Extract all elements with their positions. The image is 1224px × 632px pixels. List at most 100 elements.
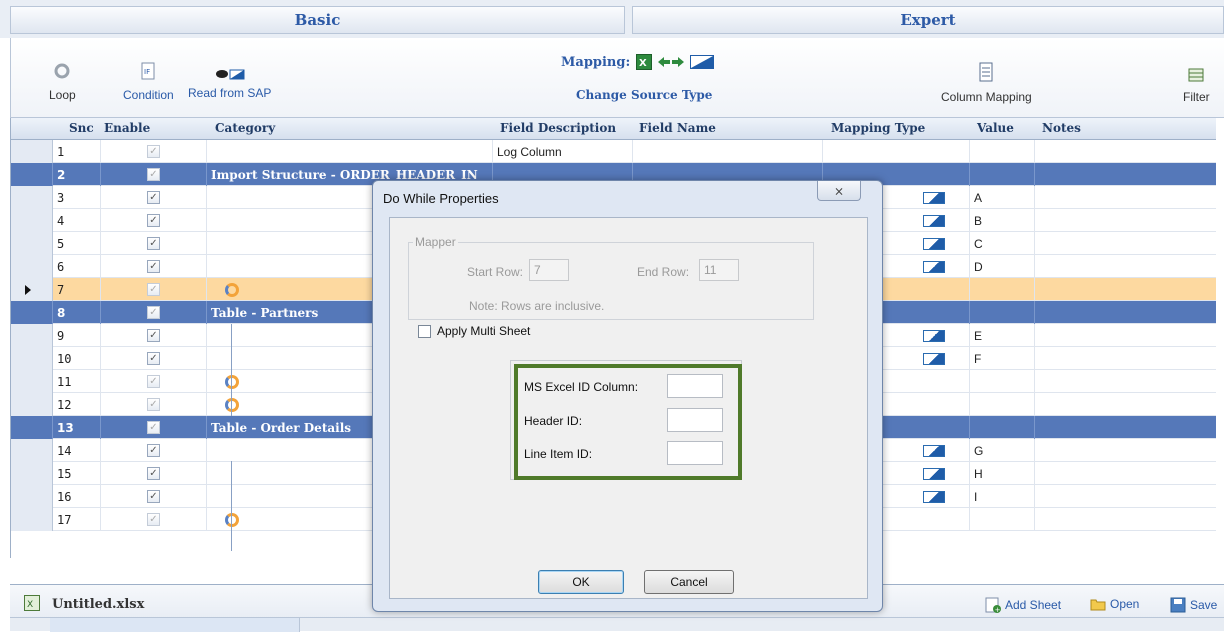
row-header[interactable] (11, 485, 53, 508)
row-header[interactable] (11, 416, 53, 439)
value-cell[interactable]: C (970, 232, 1035, 255)
enable-checkbox[interactable]: ✓ (147, 352, 160, 365)
row-header[interactable] (11, 278, 53, 301)
mapping-type-cell[interactable] (823, 140, 970, 163)
apply-multi-sheet-box[interactable] (418, 324, 431, 338)
loop-button[interactable]: Loop (49, 60, 76, 102)
cancel-button[interactable]: Cancel (644, 570, 734, 594)
notes-cell[interactable] (1035, 485, 1216, 508)
field-name-cell[interactable] (633, 140, 823, 163)
row-header[interactable] (11, 462, 53, 485)
value-cell[interactable] (970, 370, 1035, 393)
row-header[interactable] (11, 255, 53, 278)
enable-checkbox[interactable]: ✓ (147, 490, 160, 503)
enable-checkbox[interactable]: ✓ (147, 513, 160, 526)
ms-excel-id-column-input[interactable] (667, 374, 723, 398)
notes-cell[interactable] (1035, 232, 1216, 255)
row-header[interactable] (11, 186, 53, 209)
start-row-input[interactable]: 7 (529, 259, 569, 281)
field-description-cell[interactable]: Log Column (493, 140, 633, 163)
row-header[interactable] (11, 301, 53, 324)
col-header-value[interactable]: Value (977, 121, 1014, 135)
notes-cell[interactable] (1035, 462, 1216, 485)
enable-checkbox[interactable]: ✓ (147, 467, 160, 480)
col-header-field-name[interactable]: Field Name (639, 121, 716, 135)
notes-cell[interactable] (1035, 347, 1216, 370)
change-source-type-button[interactable]: Change Source Type (576, 88, 712, 102)
notes-cell[interactable] (1035, 439, 1216, 462)
notes-cell[interactable] (1035, 324, 1216, 347)
enable-checkbox[interactable]: ✓ (147, 191, 160, 204)
value-cell[interactable] (970, 393, 1035, 416)
row-header[interactable] (11, 140, 53, 163)
value-cell[interactable] (970, 301, 1035, 324)
col-header-enable[interactable]: Enable (104, 121, 150, 135)
ok-button[interactable]: OK (538, 570, 624, 594)
enable-checkbox[interactable]: ✓ (147, 329, 160, 342)
enable-checkbox[interactable]: ✓ (147, 260, 160, 273)
table-row[interactable]: 1 ✓ Log Column (11, 140, 1216, 163)
column-mapping-button[interactable]: Column Mapping (941, 62, 1032, 104)
line-item-id-input[interactable] (667, 441, 723, 465)
row-header[interactable] (11, 439, 53, 462)
condition-button[interactable]: IF Condition (123, 60, 174, 102)
header-id-input[interactable] (667, 408, 723, 432)
value-cell[interactable]: I (970, 485, 1035, 508)
category-cell[interactable] (207, 140, 493, 163)
notes-cell[interactable] (1035, 508, 1216, 531)
notes-cell[interactable] (1035, 370, 1216, 393)
value-cell[interactable] (970, 163, 1035, 186)
value-cell[interactable]: G (970, 439, 1035, 462)
close-button[interactable]: ⨯ (817, 181, 861, 201)
col-header-field-description[interactable]: Field Description (500, 121, 616, 135)
enable-checkbox[interactable]: ✓ (147, 237, 160, 250)
filter-button[interactable]: Filter (1183, 62, 1210, 104)
read-from-sap-button[interactable]: Read from SAP (188, 66, 271, 100)
row-header[interactable] (11, 163, 53, 186)
value-cell[interactable]: B (970, 209, 1035, 232)
open-button[interactable]: Open (1090, 597, 1139, 611)
tab-expert[interactable]: Expert (632, 6, 1224, 34)
enable-checkbox[interactable]: ✓ (147, 444, 160, 457)
add-sheet-button[interactable]: + Add Sheet (985, 597, 1061, 613)
col-header-category[interactable]: Category (215, 121, 275, 135)
notes-cell[interactable] (1035, 140, 1216, 163)
tab-basic[interactable]: Basic (10, 6, 625, 34)
row-header[interactable] (11, 370, 53, 393)
row-header[interactable] (11, 232, 53, 255)
col-header-sno[interactable]: Snc (69, 121, 94, 135)
row-header[interactable] (11, 393, 53, 416)
value-cell[interactable] (970, 416, 1035, 439)
end-row-input[interactable]: 11 (699, 259, 739, 281)
row-header[interactable] (11, 324, 53, 347)
col-header-mapping-type[interactable]: Mapping Type (831, 121, 925, 135)
notes-cell[interactable] (1035, 255, 1216, 278)
notes-cell[interactable] (1035, 301, 1216, 324)
row-header[interactable] (11, 347, 53, 370)
value-cell[interactable]: H (970, 462, 1035, 485)
notes-cell[interactable] (1035, 163, 1216, 186)
notes-cell[interactable] (1035, 393, 1216, 416)
col-header-notes[interactable]: Notes (1042, 121, 1081, 135)
enable-checkbox[interactable]: ✓ (147, 214, 160, 227)
value-cell[interactable]: A (970, 186, 1035, 209)
value-cell[interactable]: F (970, 347, 1035, 370)
notes-cell[interactable] (1035, 186, 1216, 209)
value-cell[interactable] (970, 278, 1035, 301)
value-cell[interactable] (970, 140, 1035, 163)
row-header[interactable] (11, 209, 53, 232)
enable-checkbox[interactable]: ✓ (147, 421, 160, 434)
value-cell[interactable]: D (970, 255, 1035, 278)
save-button[interactable]: Save (1170, 597, 1217, 613)
enable-checkbox[interactable]: ✓ (147, 283, 160, 296)
apply-multi-sheet-checkbox[interactable]: Apply Multi Sheet (418, 324, 530, 338)
enable-checkbox[interactable]: ✓ (147, 306, 160, 319)
enable-checkbox[interactable]: ✓ (147, 168, 160, 181)
row-header[interactable] (11, 508, 53, 531)
notes-cell[interactable] (1035, 416, 1216, 439)
value-cell[interactable]: E (970, 324, 1035, 347)
enable-checkbox[interactable]: ✓ (147, 398, 160, 411)
notes-cell[interactable] (1035, 278, 1216, 301)
value-cell[interactable] (970, 508, 1035, 531)
enable-checkbox[interactable]: ✓ (147, 375, 160, 388)
